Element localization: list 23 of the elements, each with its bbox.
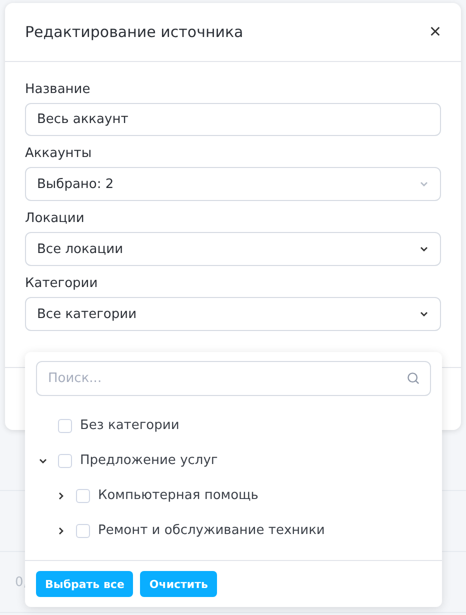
expand-toggle[interactable]	[56, 526, 66, 536]
tree-item-label[interactable]: Ремонт и обслуживание техники	[98, 523, 325, 538]
field-label: Название	[25, 82, 92, 97]
select-field[interactable]: Все категории	[25, 297, 441, 331]
dialog-title: Редактирование источника	[25, 23, 244, 41]
chevron-right-icon	[56, 526, 66, 536]
chevron-right-icon	[56, 490, 66, 500]
checkbox[interactable]	[76, 524, 90, 538]
select-field[interactable]: Все локации	[25, 232, 441, 266]
field-label: Локации	[25, 211, 86, 226]
search-field[interactable]: Поиск...	[36, 361, 431, 396]
field-label: Аккаунты	[25, 146, 93, 161]
checkbox[interactable]	[58, 454, 72, 468]
close-button[interactable]: ×	[429, 22, 441, 42]
tree-item-label[interactable]: Компьютерная помощь	[98, 488, 258, 503]
checkbox[interactable]	[76, 488, 90, 502]
expand-toggle[interactable]	[56, 490, 66, 500]
search-icon	[407, 372, 420, 385]
field-label: Категории	[25, 276, 99, 291]
input-field[interactable]: Весь аккаунт	[25, 103, 441, 136]
tree-item-label[interactable]: Без категории	[80, 418, 180, 433]
checkbox[interactable]	[58, 418, 72, 432]
tree-item-label[interactable]: Предложение услуг	[80, 453, 218, 468]
